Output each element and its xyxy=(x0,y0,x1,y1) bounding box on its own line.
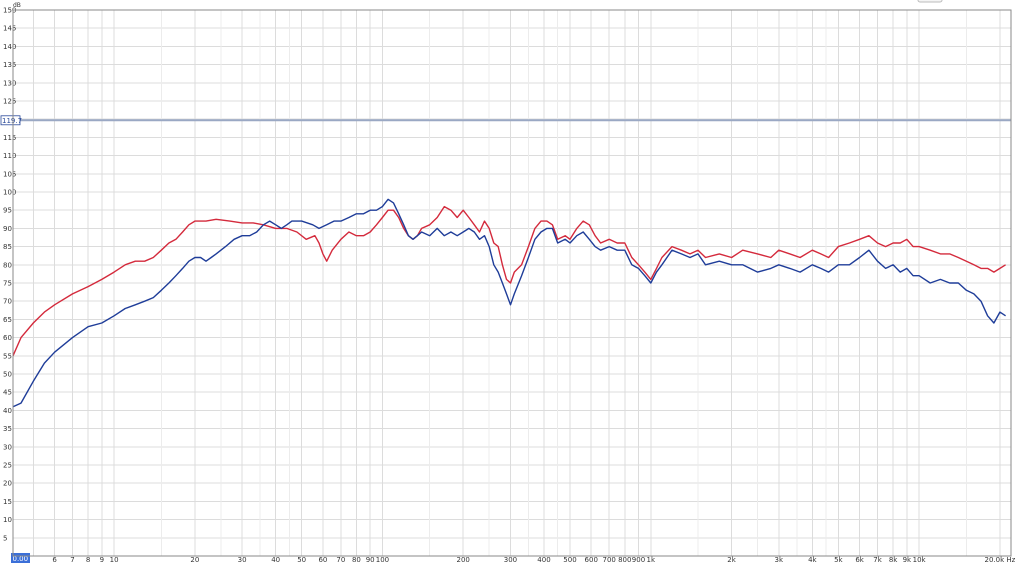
x-tick-label: 9k xyxy=(903,556,912,564)
y-tick-label: 70 xyxy=(3,298,12,306)
y-tick-label: 145 xyxy=(3,25,16,33)
x-tick-label: 60 xyxy=(318,556,327,564)
y-tick-label: 55 xyxy=(3,352,12,360)
x-tick-label: 200 xyxy=(457,556,470,564)
marker-value-label: 119.7 xyxy=(2,117,22,125)
x-tick-label: 1k xyxy=(647,556,656,564)
y-tick-label: 110 xyxy=(3,152,16,160)
y-tick-label: 30 xyxy=(3,443,12,451)
x-tick-label: 50 xyxy=(297,556,306,564)
y-tick-label: 125 xyxy=(3,98,16,106)
x-tick-label: 40 xyxy=(271,556,280,564)
y-tick-label: 60 xyxy=(3,334,12,342)
y-tick-label: 80 xyxy=(3,261,12,269)
x-tick-label: 6k xyxy=(855,556,864,564)
y-tick-label: 15 xyxy=(3,498,12,506)
y-tick-label: 135 xyxy=(3,61,16,69)
y-tick-label: 65 xyxy=(3,316,12,324)
frequency-response-chart: 5 10 15 20 25 30 35 40 45 50 55 60 65 70 75 80 85 90 95 100… xyxy=(0,0,1024,565)
x-tick-label: 500 xyxy=(563,556,576,564)
y-tick-label: 45 xyxy=(3,389,12,397)
x-tick-label: 8k xyxy=(889,556,898,564)
y-tick-label: 40 xyxy=(3,407,12,415)
y-tick-label: 5 xyxy=(3,534,7,542)
y-tick-label: 100 xyxy=(3,189,16,197)
x-tick-label: 20 xyxy=(190,556,199,564)
x-tick-label: 20.0k Hz xyxy=(984,556,1015,564)
x-tick-label: 3k xyxy=(775,556,784,564)
y-tick-label: 130 xyxy=(3,79,16,87)
x-tick-label: 7 xyxy=(70,556,74,564)
x-tick-label: 900 xyxy=(632,556,645,564)
x-tick-label: 90 xyxy=(366,556,375,564)
x-tick-label: 10 xyxy=(110,556,119,564)
x-tick-label: 7k xyxy=(873,556,882,564)
x-tick-label: 6 xyxy=(52,556,57,564)
x-tick-label: 600 xyxy=(585,556,598,564)
y-tick-label: 50 xyxy=(3,371,12,379)
y-tick-label: 25 xyxy=(3,462,12,470)
x-tick-label: 80 xyxy=(352,556,361,564)
x-tick-label: 300 xyxy=(504,556,517,564)
x-tick-label: 700 xyxy=(603,556,616,564)
y-tick-label: 85 xyxy=(3,243,12,251)
y-tick-label: 75 xyxy=(3,280,12,288)
y-tick-label: 90 xyxy=(3,225,12,233)
x-tick-label: 70 xyxy=(336,556,345,564)
x-tick-label: 100 xyxy=(376,556,389,564)
y-tick-label: 35 xyxy=(3,425,12,433)
x-tick-label: 9 xyxy=(100,556,104,564)
y-tick-label: 140 xyxy=(3,43,16,51)
y-tick-label: 105 xyxy=(3,170,16,178)
y-unit-label: dB xyxy=(13,2,21,9)
x-tick-label: 5k xyxy=(834,556,843,564)
x-tick-label: 10k xyxy=(913,556,927,564)
y-tick-label: 20 xyxy=(3,480,12,488)
y-tick-label: 115 xyxy=(3,134,16,142)
y-tick-label: 95 xyxy=(3,207,12,215)
x-tick-label: 2k xyxy=(727,556,736,564)
x-tick-label: 400 xyxy=(537,556,550,564)
x-tick-label: 8 xyxy=(86,556,90,564)
y-tick-label: 10 xyxy=(3,516,12,524)
corner-button[interactable] xyxy=(917,0,943,3)
x-tick-label: 30 xyxy=(238,556,247,564)
x-tick-label: 800 xyxy=(618,556,631,564)
x-tick-label: 4k xyxy=(808,556,817,564)
